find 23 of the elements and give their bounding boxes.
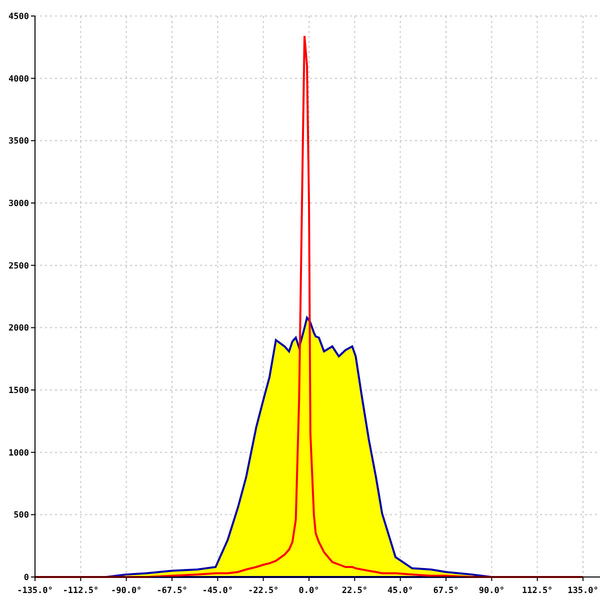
y-tick-label: 2500 <box>8 261 29 272</box>
y-tick-label: 0 <box>24 573 29 583</box>
x-tick-label: -22.5° <box>248 586 279 596</box>
x-tick-label: -135.0° <box>17 586 53 596</box>
y-tick-label: 2000 <box>8 324 29 334</box>
x-tick-label: 0.0° <box>298 586 320 596</box>
x-tick-label: -90.0° <box>110 586 142 596</box>
x-tick-label: -112.5° <box>62 586 99 596</box>
y-tick-label: 1500 <box>8 386 29 396</box>
x-tick-label: 22.5° <box>342 586 368 596</box>
x-tick-label: 67.5° <box>433 586 459 596</box>
y-tick-label: 3000 <box>8 199 29 209</box>
y-tick-label: 1000 <box>8 448 29 458</box>
x-tick-label: 135.0° <box>568 586 598 596</box>
x-tick-label: 90.0° <box>478 586 504 596</box>
y-tick-label: 4000 <box>8 74 29 84</box>
y-tick-label: 4500 <box>8 12 29 22</box>
x-tick-label: 112.5° <box>522 586 553 596</box>
x-tick-label: -45.0° <box>202 586 234 596</box>
y-tick-label: 500 <box>14 510 29 521</box>
x-tick-label: -67.5° <box>156 586 188 596</box>
y-tick-label: 3500 <box>8 136 29 147</box>
x-tick-label: 45.0° <box>388 586 414 596</box>
